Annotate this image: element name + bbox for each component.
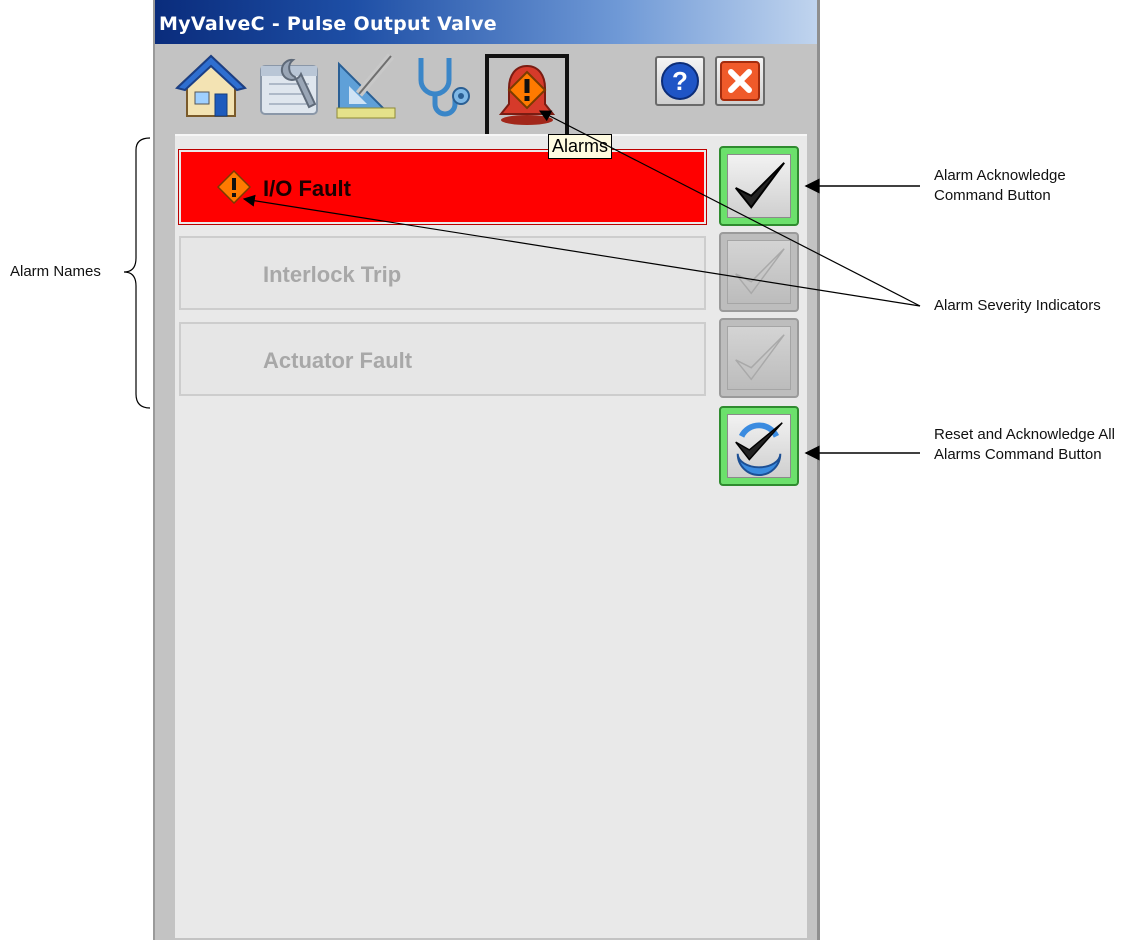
annotation-reset-line1: Reset and Acknowledge All [934,426,1115,443]
severity-arrow-row [242,194,921,307]
severity-arrow-toolbar [538,110,921,307]
annotation-ack-line1: Alarm Acknowledge [934,167,1066,184]
annotation-severity: Alarm Severity Indicators [934,297,1101,314]
annotation-alarm-names: Alarm Names [10,263,101,280]
annotation-lines [123,110,921,461]
annotation-ack-line2: Command Button [934,187,1051,204]
alarm-names-brace [123,137,151,409]
annotation-reset-line2: Alarms Command Button [934,446,1102,463]
